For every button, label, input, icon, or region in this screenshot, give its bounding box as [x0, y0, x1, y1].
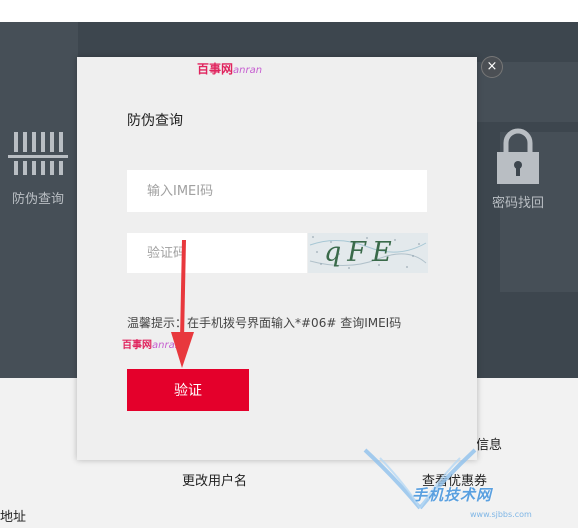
dialog-title: 防伪查询 [127, 113, 183, 129]
corner-watermark-sub: www.sjbbs.com [470, 510, 532, 519]
captcha-text: qFE [324, 237, 398, 268]
corner-watermark-graphic [363, 448, 477, 510]
menu-item-change-username[interactable]: 更改用户名 [182, 470, 247, 489]
corner-watermark-title: 手机技术网 [412, 486, 493, 504]
captcha-image[interactable]: qFE [308, 233, 428, 273]
watermark-top: 百事网anran [197, 60, 262, 77]
imei-input[interactable] [127, 170, 427, 212]
top-bar [0, 0, 578, 22]
captcha-input[interactable] [127, 233, 307, 273]
close-dialog-button[interactable]: × [482, 57, 502, 77]
anti-counterfeit-dialog: 防伪查询 qFE 温馨提示：在手机拨号界面输入*#06# 查询IMEI码 验证 [77, 57, 477, 460]
hero-left-label: 防伪查询 [11, 192, 64, 207]
annotation-arrow-icon [171, 240, 194, 368]
hero-item-anti-counterfeit[interactable]: 防伪查询 [6, 130, 70, 207]
hero-item-password-recovery[interactable]: 密码找回 [486, 128, 550, 211]
watermark-top-text: 百事网 [197, 62, 234, 76]
watermark-top-sub: anran [233, 65, 263, 76]
lock-icon [497, 128, 539, 184]
verify-button[interactable]: 验证 [127, 369, 249, 411]
hero-right-label: 密码找回 [491, 196, 544, 211]
barcode-icon [8, 132, 68, 175]
menu-item-address[interactable]: 地址 [0, 506, 26, 525]
watermark-middle-text: 百事网 [122, 340, 152, 351]
